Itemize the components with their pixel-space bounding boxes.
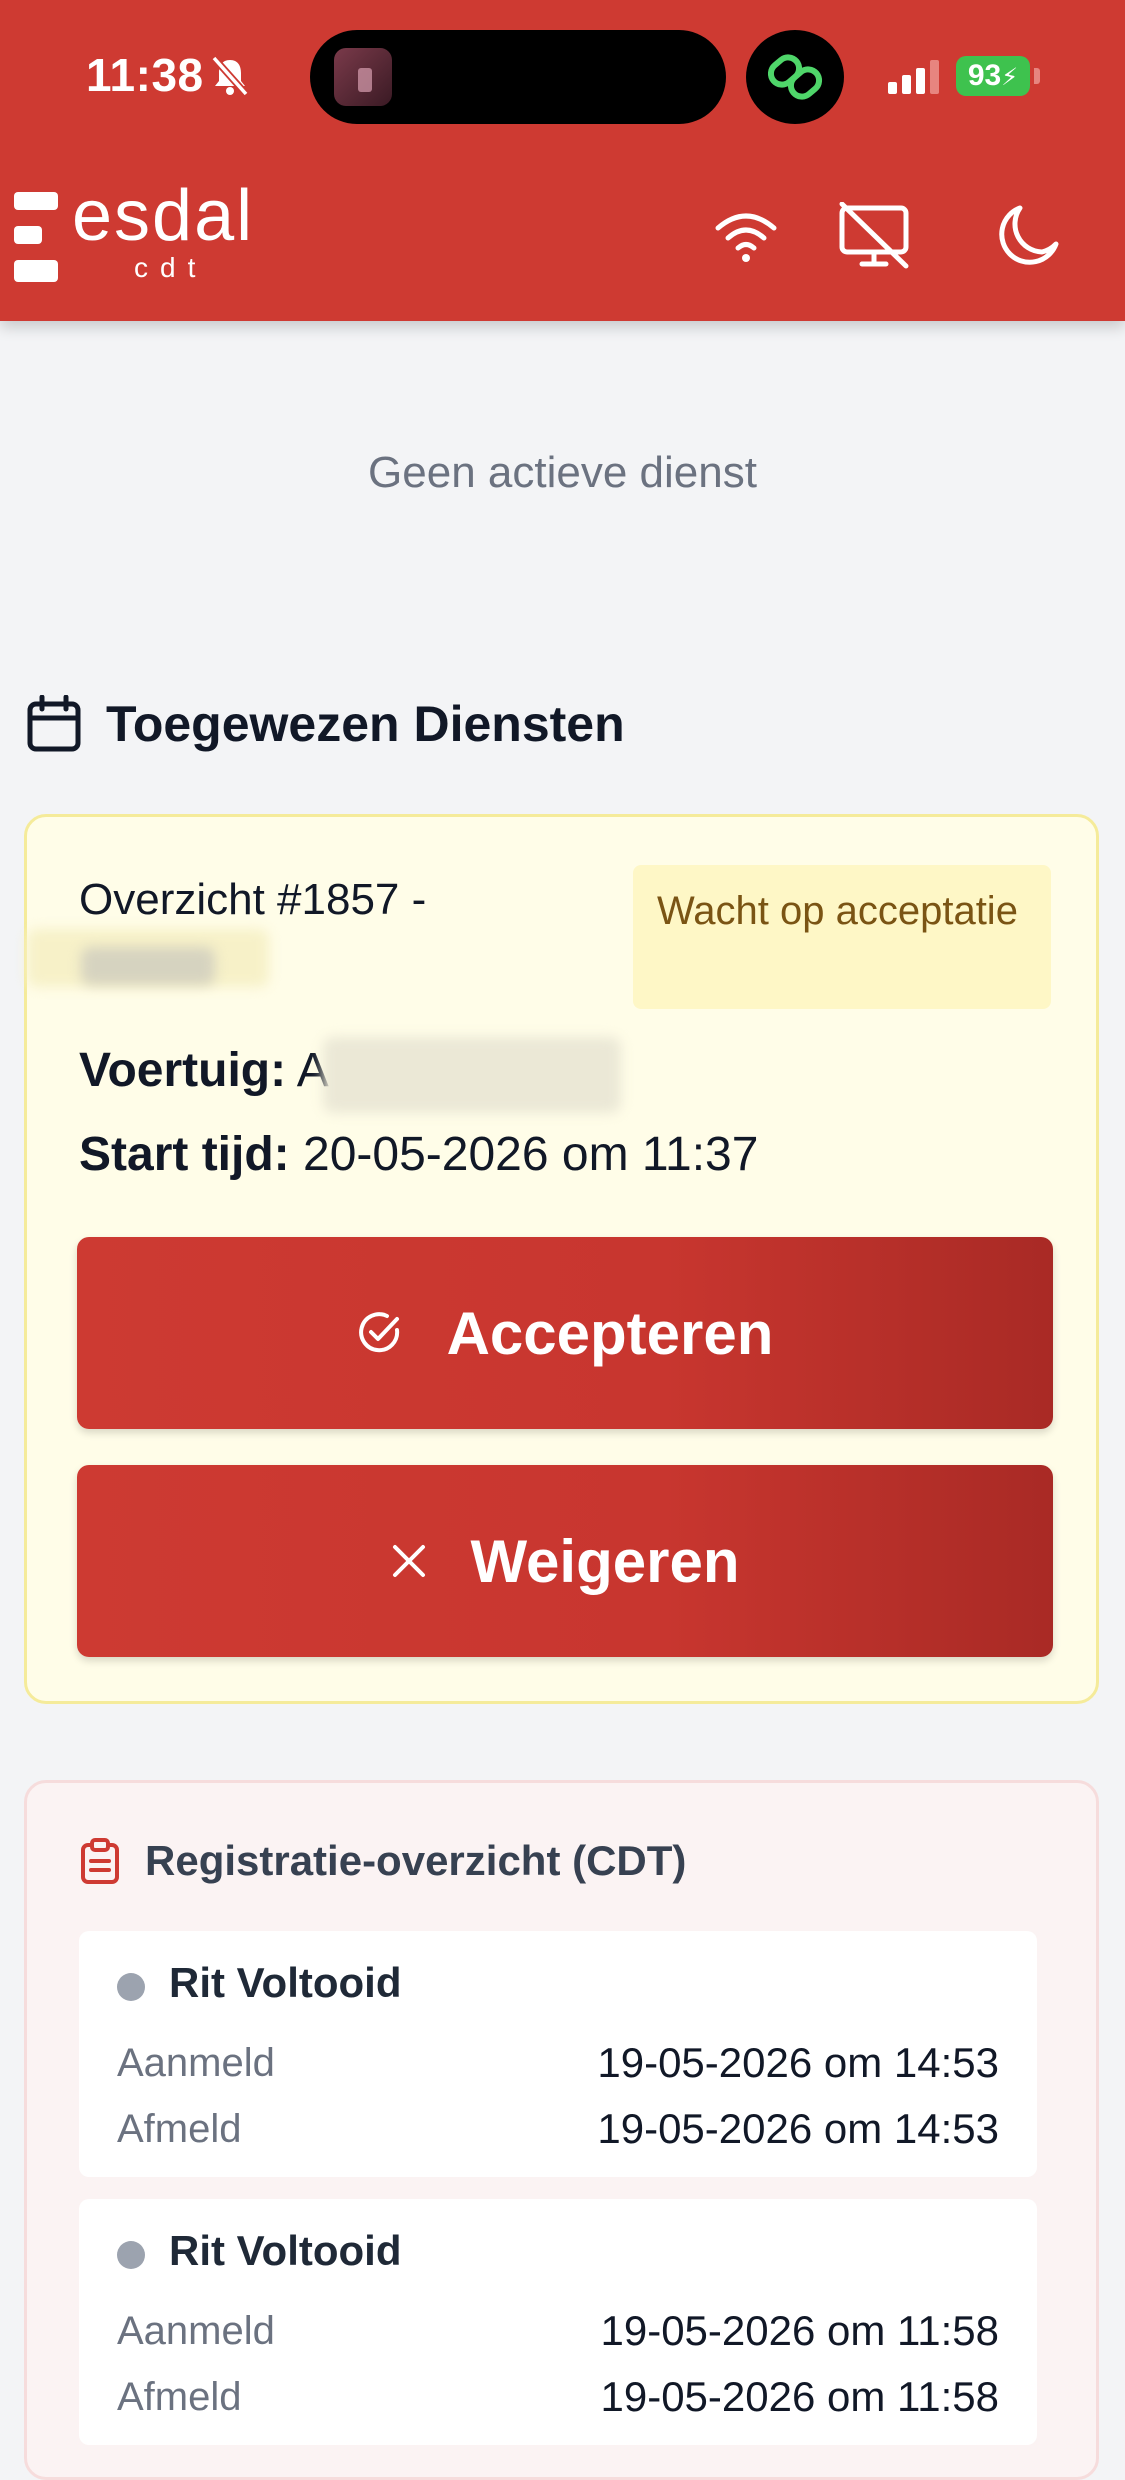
registration-overview-card: Registratie-overzicht (CDT) Rit Voltooid… <box>24 1780 1099 2480</box>
accept-label: Accepteren <box>446 1299 774 1367</box>
registration-header: Registratie-overzicht (CDT) <box>79 1837 686 1885</box>
screen-off-button[interactable] <box>834 196 914 276</box>
status-bar-time: 11:38 <box>86 49 204 101</box>
assigned-services-header: Toegewezen Diensten <box>26 690 625 758</box>
signed-in-label: Aanmeld <box>117 2041 275 2085</box>
logo-subtext: cdt <box>134 252 208 283</box>
assignment-card: Overzicht #1857 - Wacht op acceptatie Vo… <box>24 814 1099 1704</box>
calendar-icon <box>27 695 81 752</box>
signed-out-value: 19-05-2026 om 14:53 <box>597 2105 999 2152</box>
battery-indicator: 93⚡ <box>956 56 1030 96</box>
signed-out-value: 19-05-2026 om 11:58 <box>600 2373 999 2420</box>
registration-title: Registratie-overzicht (CDT) <box>145 1837 687 1884</box>
wifi-status-button[interactable] <box>706 196 786 276</box>
signed-out-label: Afmeld <box>117 2107 242 2151</box>
registration-status: Rit Voltooid <box>169 2227 402 2274</box>
battery-level: 93 <box>967 59 1002 92</box>
signed-out-label: Afmeld <box>117 2375 242 2419</box>
battery-tip <box>1034 68 1040 84</box>
registration-status: Rit Voltooid <box>169 1959 402 2006</box>
logo-text: esdal <box>72 176 255 256</box>
section-title: Toegewezen Diensten <box>106 696 625 752</box>
link-icon <box>746 30 844 124</box>
redacted-vehicle <box>323 1037 621 1113</box>
vehicle-label: Voertuig: <box>79 1044 287 1097</box>
close-icon <box>392 1545 425 1577</box>
start-time-row: Start tijd: 20-05-2026 om 11:37 <box>79 1127 758 1182</box>
start-time-value: 20-05-2026 om 11:37 <box>303 1128 759 1181</box>
no-active-service-text: Geen actieve dienst <box>368 448 757 497</box>
cellular-signal-icon <box>888 60 939 94</box>
app-header: 11:38 93⚡ esdal cdt <box>0 0 1125 321</box>
signed-in-label: Aanmeld <box>117 2309 275 2353</box>
vehicle-row: Voertuig: A <box>79 1043 329 1098</box>
registration-item: Rit Voltooid Aanmeld 19-05-2026 om 11:58… <box>79 2199 1037 2445</box>
now-playing-thumbnail <box>334 48 392 106</box>
status-dot <box>117 2241 145 2269</box>
monitor-off-icon <box>839 202 909 269</box>
signed-in-value: 19-05-2026 om 14:53 <box>597 2039 999 2086</box>
logo-icon <box>14 192 60 282</box>
reject-button[interactable]: Weigeren <box>77 1465 1053 1657</box>
reject-label: Weigeren <box>470 1527 740 1595</box>
signed-in-value: 19-05-2026 om 11:58 <box>600 2307 999 2354</box>
accept-button[interactable]: Accepteren <box>77 1237 1053 1429</box>
wifi-icon <box>715 213 777 262</box>
start-time-label: Start tijd: <box>79 1128 290 1181</box>
dark-mode-toggle[interactable] <box>988 196 1068 276</box>
registration-item: Rit Voltooid Aanmeld 19-05-2026 om 14:53… <box>79 1931 1037 2177</box>
status-dot <box>117 1973 145 2001</box>
redacted-overview-name-text <box>81 947 215 985</box>
moon-icon <box>999 205 1059 265</box>
check-circle-icon <box>358 1312 399 1353</box>
charging-bolt-icon: ⚡ <box>1001 64 1019 91</box>
clipboard-icon <box>81 1838 119 1884</box>
bell-muted-icon <box>211 55 249 97</box>
dynamic-island <box>310 30 726 124</box>
overview-title: Overzicht #1857 - <box>79 875 427 924</box>
status-badge: Wacht op acceptatie <box>633 865 1051 1009</box>
